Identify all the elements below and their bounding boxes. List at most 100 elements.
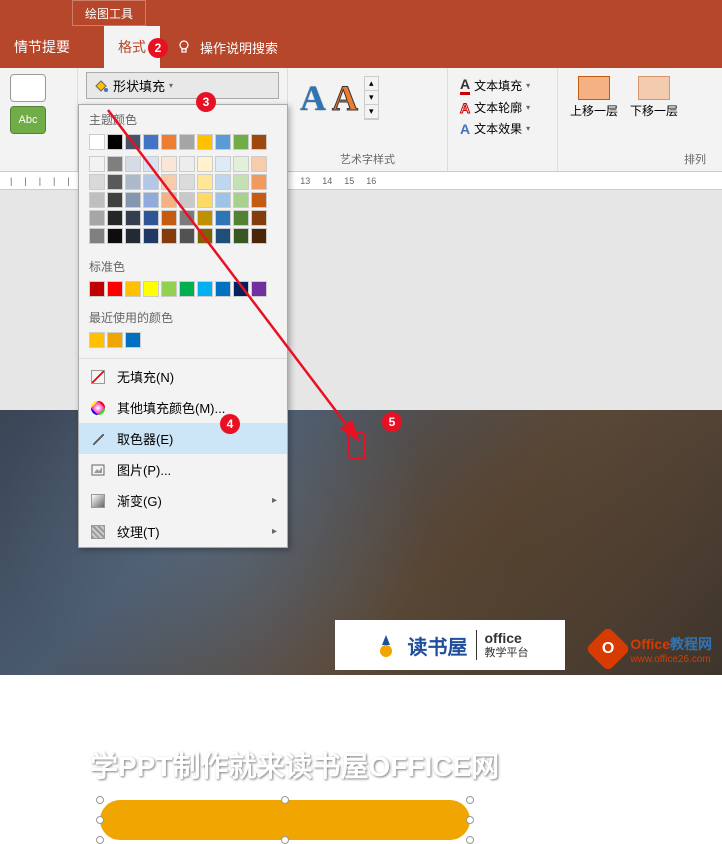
color-swatch[interactable] — [251, 228, 267, 244]
color-swatch[interactable] — [161, 210, 177, 226]
shape-fill-button[interactable]: 形状填充 ▾ — [86, 72, 279, 99]
color-swatch[interactable] — [233, 174, 249, 190]
color-swatch[interactable] — [233, 156, 249, 172]
color-swatch[interactable] — [125, 332, 141, 348]
tab-bar: 情节提要 格式 2 操作说明搜索 — [0, 26, 722, 68]
color-swatch[interactable] — [143, 156, 159, 172]
logo-icon — [372, 631, 400, 659]
picture-fill-item[interactable]: 图片(P)... — [79, 454, 287, 485]
texture-fill-item[interactable]: 纹理(T) ▸ — [79, 516, 287, 547]
color-swatch[interactable] — [125, 210, 141, 226]
color-swatch[interactable] — [89, 228, 105, 244]
color-swatch[interactable] — [197, 228, 213, 244]
color-swatch[interactable] — [179, 156, 195, 172]
color-swatch[interactable] — [215, 210, 231, 226]
tab-format[interactable]: 格式 2 — [104, 26, 160, 68]
color-swatch[interactable] — [233, 134, 249, 150]
color-swatch[interactable] — [197, 156, 213, 172]
color-swatch[interactable] — [89, 192, 105, 208]
wordart-style[interactable]: A — [332, 77, 358, 119]
color-swatch[interactable] — [161, 228, 177, 244]
color-swatch[interactable] — [233, 228, 249, 244]
color-swatch[interactable] — [179, 134, 195, 150]
no-fill-item[interactable]: 无填充(N) — [79, 361, 287, 392]
texture-icon — [89, 523, 107, 541]
color-swatch[interactable] — [251, 174, 267, 190]
color-swatch[interactable] — [179, 228, 195, 244]
color-swatch[interactable] — [125, 174, 141, 190]
color-swatch[interactable] — [233, 192, 249, 208]
color-swatch[interactable] — [233, 281, 249, 297]
color-swatch[interactable] — [89, 174, 105, 190]
color-swatch[interactable] — [251, 210, 267, 226]
color-swatch[interactable] — [161, 281, 177, 297]
color-swatch[interactable] — [179, 174, 195, 190]
tab-summary[interactable]: 情节提要 — [0, 26, 84, 68]
color-swatch[interactable] — [89, 134, 105, 150]
color-swatch[interactable] — [107, 332, 123, 348]
color-swatch[interactable] — [233, 210, 249, 226]
color-swatch[interactable] — [179, 210, 195, 226]
color-swatch[interactable] — [143, 228, 159, 244]
tell-me-search[interactable]: 操作说明搜索 — [200, 38, 278, 57]
color-swatch[interactable] — [143, 134, 159, 150]
text-outline-button[interactable]: A文本轮廓▾ — [460, 99, 545, 116]
text-fill-button[interactable]: A文本填充▾ — [460, 76, 545, 95]
color-swatch[interactable] — [215, 156, 231, 172]
theme-colors-label: 主题颜色 — [79, 105, 287, 134]
color-swatch[interactable] — [107, 174, 123, 190]
color-swatch[interactable] — [125, 156, 141, 172]
color-swatch[interactable] — [161, 174, 177, 190]
more-colors-item[interactable]: 其他填充颜色(M)... — [79, 392, 287, 423]
color-swatch[interactable] — [107, 228, 123, 244]
color-swatch[interactable] — [143, 210, 159, 226]
color-swatch[interactable] — [89, 332, 105, 348]
color-swatch[interactable] — [215, 134, 231, 150]
no-fill-icon — [89, 368, 107, 386]
shape-style-sample[interactable] — [10, 74, 46, 102]
color-swatch[interactable] — [197, 210, 213, 226]
annotation-badge-4: 4 — [220, 414, 240, 434]
color-swatch[interactable] — [215, 281, 231, 297]
selected-shape[interactable] — [100, 800, 470, 840]
color-swatch[interactable] — [143, 174, 159, 190]
color-swatch[interactable] — [143, 281, 159, 297]
bring-forward-button[interactable]: 上移一层 — [570, 76, 618, 119]
color-swatch[interactable] — [125, 228, 141, 244]
color-swatch[interactable] — [107, 192, 123, 208]
color-swatch[interactable] — [125, 134, 141, 150]
color-swatch[interactable] — [197, 134, 213, 150]
color-swatch[interactable] — [197, 281, 213, 297]
color-swatch[interactable] — [161, 134, 177, 150]
color-swatch[interactable] — [107, 156, 123, 172]
color-swatch[interactable] — [251, 134, 267, 150]
color-swatch[interactable] — [251, 192, 267, 208]
color-swatch[interactable] — [161, 192, 177, 208]
color-swatch[interactable] — [107, 281, 123, 297]
gallery-nav[interactable]: ▴▾▾ — [364, 76, 379, 120]
color-swatch[interactable] — [125, 281, 141, 297]
color-swatch[interactable] — [107, 210, 123, 226]
wordart-style[interactable]: A — [300, 77, 326, 119]
color-swatch[interactable] — [215, 174, 231, 190]
color-swatch[interactable] — [89, 156, 105, 172]
color-swatch[interactable] — [89, 281, 105, 297]
color-swatch[interactable] — [179, 281, 195, 297]
color-swatch[interactable] — [179, 192, 195, 208]
color-swatch[interactable] — [107, 134, 123, 150]
color-swatch[interactable] — [197, 174, 213, 190]
color-swatch[interactable] — [89, 210, 105, 226]
gradient-fill-item[interactable]: 渐变(G) ▸ — [79, 485, 287, 516]
eyedropper-item[interactable]: 取色器(E) — [79, 423, 287, 454]
color-swatch[interactable] — [161, 156, 177, 172]
color-swatch[interactable] — [143, 192, 159, 208]
color-swatch[interactable] — [215, 192, 231, 208]
color-swatch[interactable] — [251, 281, 267, 297]
send-backward-button[interactable]: 下移一层 — [630, 76, 678, 119]
color-swatch[interactable] — [197, 192, 213, 208]
color-swatch[interactable] — [251, 156, 267, 172]
shape-style-sample[interactable]: Abc — [10, 106, 46, 134]
color-swatch[interactable] — [215, 228, 231, 244]
text-effects-button[interactable]: A文本效果▾ — [460, 120, 545, 137]
color-swatch[interactable] — [125, 192, 141, 208]
